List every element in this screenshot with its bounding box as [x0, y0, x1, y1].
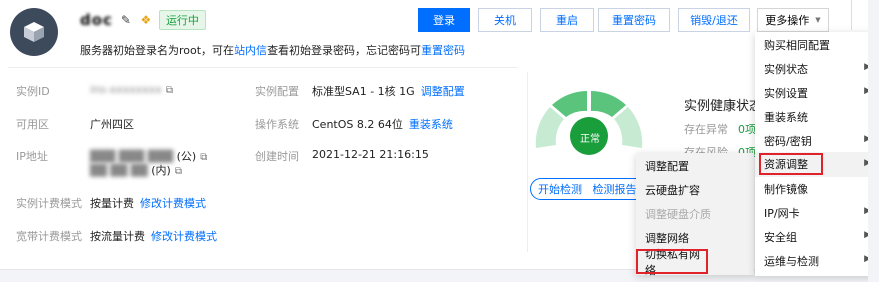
- health-gauge: [535, 91, 643, 155]
- menu-item-label: 购买相同配置: [764, 38, 830, 52]
- config-value: 标准型SA1 - 1核 1G 调整配置: [312, 83, 465, 99]
- menu-item-ops-monitor[interactable]: 运维与检测▶: [755, 248, 877, 273]
- toolbar-divider: [851, 0, 852, 30]
- copy-icon[interactable]: ⧉: [200, 152, 207, 163]
- billing-mode: 按量计费: [90, 197, 134, 210]
- zone-label: 可用区: [16, 118, 49, 131]
- billing-value: 按量计费 修改计费模式: [90, 195, 206, 211]
- login-button[interactable]: 登录: [418, 8, 470, 32]
- menu-item-security-group[interactable]: 安全组▶: [755, 224, 877, 249]
- os-text: CentOS 8.2 64位: [312, 118, 403, 131]
- zone-value: 广州四区: [90, 118, 134, 131]
- ip-private-address: ██ ██ ██: [90, 164, 148, 177]
- menu-item-instance-state[interactable]: 实例状态▶: [755, 56, 877, 81]
- title-row: doc ✎ ❖ 运行中: [80, 10, 206, 30]
- gauge-status-label: 正常: [580, 134, 600, 145]
- chevron-down-icon: ▼: [815, 16, 821, 24]
- status-badge: 运行中: [158, 10, 206, 30]
- more-actions-button[interactable]: 更多操作 ▼: [757, 8, 829, 32]
- instance-id-text: ins-xxxxxxxx: [90, 83, 162, 96]
- bandwidth-label: 宽带计费模式: [16, 230, 82, 243]
- abnormal-value: 0项: [738, 123, 756, 136]
- menu-item-label: 安全组: [764, 230, 797, 244]
- menu-item-resource-adjust[interactable]: 资源调整: [759, 153, 823, 175]
- reset-password-button[interactable]: 重置密码: [598, 8, 670, 32]
- instance-id-value: ins-xxxxxxxx ⧉: [90, 83, 173, 96]
- header-divider: [8, 67, 518, 68]
- os-value: CentOS 8.2 64位 重装系统: [312, 116, 453, 132]
- adjust-config-link[interactable]: 调整配置: [421, 85, 465, 98]
- menu-item-label: 重装系统: [764, 110, 808, 124]
- menu-item-label: 实例设置: [764, 86, 808, 100]
- login-hint-text-2: 查看初始登录密码，忘记密码可: [267, 44, 422, 57]
- menu-item-label: 密码/密钥: [764, 134, 812, 148]
- menu-item-label: IP/网卡: [764, 206, 800, 220]
- ip-private-tag: (内): [151, 164, 171, 177]
- bandwidth-mode: 按流量计费: [90, 230, 145, 243]
- menu-item-label: 运维与检测: [764, 254, 819, 268]
- copy-icon[interactable]: ⧉: [175, 166, 182, 177]
- menu-item-make-image[interactable]: 制作镜像: [755, 176, 877, 201]
- login-hint-text: 服务器初始登录名为root，可在: [80, 44, 235, 57]
- submenu-item-disk-expand[interactable]: 云硬盘扩容: [636, 177, 754, 202]
- instance-logo: [10, 8, 58, 56]
- ip-private: ██ ██ ██ (内) ⧉: [90, 162, 182, 178]
- destroy-button[interactable]: 销毁/退还: [678, 8, 750, 32]
- abnormal-label: 存在异常: [684, 123, 728, 136]
- page: doc ✎ ❖ 运行中 服务器初始登录名为root，可在站内信查看初始登录密码，…: [0, 0, 879, 282]
- shutdown-button[interactable]: 关机: [478, 8, 532, 32]
- site-message-link[interactable]: 站内信: [234, 44, 267, 57]
- login-hint: 服务器初始登录名为root，可在站内信查看初始登录密码，忘记密码可重置密码: [80, 42, 465, 58]
- menu-item-ip-nic[interactable]: IP/网卡▶: [755, 200, 877, 225]
- config-label: 实例配置: [255, 85, 299, 98]
- menu-item-label: 制作镜像: [764, 182, 808, 196]
- reset-password-link[interactable]: 重置密码: [421, 44, 465, 57]
- health-title: 实例健康状态: [684, 99, 763, 114]
- start-check-button[interactable]: 开始检测: [530, 178, 590, 200]
- instance-name: doc: [80, 11, 113, 29]
- created-value: 2021-12-21 21:16:15: [312, 148, 429, 161]
- billing-label: 实例计费模式: [16, 197, 82, 210]
- menu-item-instance-settings[interactable]: 实例设置▶: [755, 80, 877, 105]
- change-billing-link[interactable]: 修改计费模式: [140, 197, 206, 210]
- menu-item-resource-adjust-row[interactable]: 资源调整 ▶: [755, 152, 877, 177]
- resource-adjust-submenu: 调整配置 云硬盘扩容 调整硬盘介质 调整网络 切换私有网络: [636, 153, 754, 277]
- submenu-item-adjust-config[interactable]: 调整配置: [636, 153, 754, 178]
- server-cube-icon: [24, 22, 44, 42]
- restart-button[interactable]: 重启: [540, 8, 594, 32]
- copy-icon[interactable]: ⧉: [166, 85, 173, 96]
- reinstall-os-link[interactable]: 重装系统: [409, 118, 453, 131]
- submenu-item-disk-media: 调整硬盘介质: [645, 207, 711, 221]
- menu-item-password-key[interactable]: 密码/密钥▶: [755, 128, 877, 153]
- config-text: 标准型SA1 - 1核 1G: [312, 85, 415, 98]
- menu-item-buy-same[interactable]: 购买相同配置: [755, 32, 877, 57]
- page-scrollbar[interactable]: [868, 0, 879, 282]
- submenu-item-switch-vpc[interactable]: 切换私有网络: [636, 248, 708, 277]
- check-report-button[interactable]: 检测报告: [589, 178, 641, 200]
- more-actions-label: 更多操作: [765, 14, 810, 27]
- instance-id-label: 实例ID: [16, 85, 50, 98]
- ip-label: IP地址: [16, 150, 48, 163]
- menu-item-reinstall[interactable]: 重装系统: [755, 104, 877, 129]
- tag-icon[interactable]: ❖: [139, 13, 153, 27]
- bandwidth-value: 按流量计费 修改计费模式: [90, 228, 217, 244]
- created-label: 创建时间: [255, 150, 299, 163]
- change-bandwidth-billing-link[interactable]: 修改计费模式: [151, 230, 217, 243]
- os-label: 操作系统: [255, 118, 299, 131]
- more-actions-menu: 购买相同配置 实例状态▶ 实例设置▶ 重装系统 密码/密钥▶ 资源调整 ▶ 制作…: [755, 32, 877, 276]
- menu-item-label: 实例状态: [764, 62, 808, 76]
- edit-icon[interactable]: ✎: [119, 13, 133, 27]
